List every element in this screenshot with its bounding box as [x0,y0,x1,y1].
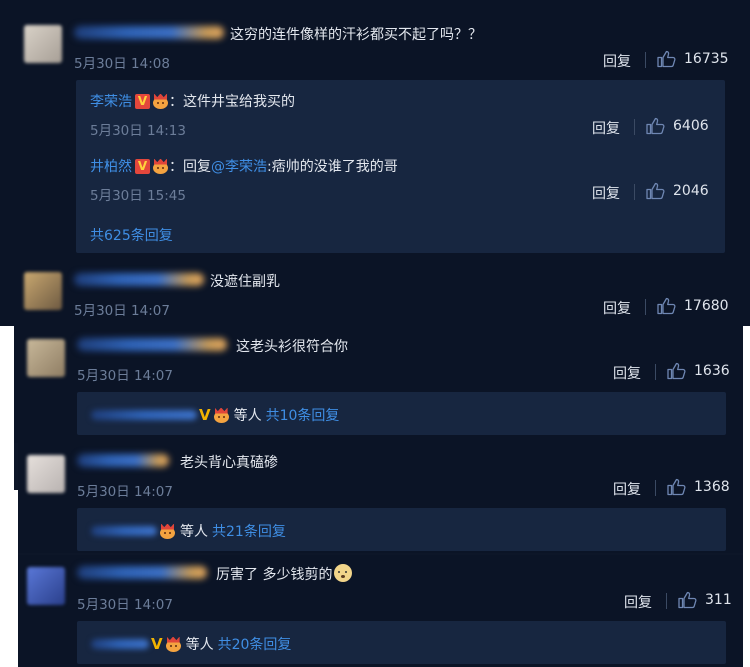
thumbs-up-icon [657,297,676,315]
like-count: 1636 [694,363,730,379]
like-button[interactable]: 16735 [657,50,729,68]
verified-v-icon: V [135,158,150,174]
reply-button[interactable]: 回复 [603,298,631,318]
comment-text-body: 厉害了 多少钱剪的 [216,567,333,583]
reply-summary: V 等人 共10条回复 [91,405,339,425]
divider [666,593,667,609]
like-count: 6406 [673,118,709,134]
thumbs-up-icon [667,478,686,496]
avatar[interactable] [27,455,65,493]
verified-v-icon: V [135,93,150,109]
comment-text: 这穷的连件像样的汗衫都买不起了吗？？ [230,27,482,43]
reply-username[interactable]: 李荣浩 [90,91,132,111]
like-count: 311 [705,592,732,608]
divider [655,480,656,496]
comment-text: 厉害了 多少钱剪的 [216,564,353,584]
avatar[interactable] [24,25,62,63]
avatar[interactable] [27,339,65,377]
reply-separator: ：回复 [169,159,211,175]
crown-avatar-icon [152,93,169,109]
divider [634,119,635,135]
avatar[interactable] [27,567,65,605]
blurred-username[interactable] [74,273,204,286]
blurred-username[interactable] [91,526,157,536]
thumbs-up-icon [657,50,676,68]
reply-mention[interactable]: @李荣浩 [211,156,267,176]
comment-text: 这老头衫很符合你 [236,339,348,355]
divider [645,299,646,315]
reply-button[interactable]: 回复 [624,592,652,612]
divider [634,184,635,200]
like-button[interactable]: 1368 [667,478,730,496]
comment-time: 5月30日 14:07 [77,368,173,384]
divider [655,364,656,380]
reply-time: 5月30日 14:13 [90,123,186,139]
crown-avatar-icon [165,636,182,652]
blurred-username[interactable] [77,566,207,579]
blurred-username[interactable] [77,454,169,467]
avatar[interactable] [24,272,62,310]
thumbs-up-icon [678,591,697,609]
comment-time: 5月30日 14:07 [77,597,173,613]
crown-avatar-icon [213,407,230,423]
comment-text: 老头背心真磕碜 [180,455,278,471]
screenshot-edge-bottom-left [0,490,18,667]
reply-text: 这件井宝给我买的 [183,94,295,110]
more-replies-link[interactable]: 共10条回复 [266,405,340,425]
verified-v-icon: V [199,405,211,424]
screenshot-edge-right [743,326,750,667]
crown-avatar-icon [159,523,176,539]
comment-time: 5月30日 14:07 [74,303,170,319]
reply-button[interactable]: 回复 [603,51,631,71]
reply-text: :痞帅的没谁了我的哥 [267,159,398,175]
reply-button[interactable]: 回复 [613,363,641,383]
summary-etc: 等人 [233,408,262,424]
reply-line: 井柏然 V ：回复 @李荣浩 :痞帅的没谁了我的哥 [90,156,398,176]
like-button[interactable]: 1636 [667,362,730,380]
divider [645,52,646,68]
like-button[interactable]: 2046 [646,182,709,200]
like-count: 16735 [684,51,729,67]
reply-line: 李荣浩 V ： 这件井宝给我买的 [90,91,295,111]
blurred-username[interactable] [77,338,227,351]
summary-etc: 等人 [180,524,208,540]
like-count: 1368 [694,479,730,495]
blurred-username[interactable] [91,639,149,649]
like-button[interactable]: 311 [678,591,732,609]
thumbs-up-icon [646,182,665,200]
comment-text: 没遮住副乳 [210,274,280,290]
blurred-username[interactable] [91,410,197,420]
like-count: 17680 [684,298,729,314]
reply-time: 5月30日 15:45 [90,188,186,204]
comment-time: 5月30日 14:08 [74,56,170,72]
reply-button[interactable]: 回复 [592,118,620,138]
reply-button[interactable]: 回复 [613,479,641,499]
thumbs-up-icon [646,117,665,135]
blurred-username[interactable] [74,26,224,39]
verified-v-icon: V [151,634,163,653]
like-button[interactable]: 6406 [646,117,709,135]
like-count: 2046 [673,183,709,199]
more-replies-link[interactable]: 共20条回复 [218,634,292,654]
reply-summary: 等人 共21条回复 [91,521,286,541]
summary-etc: 等人 [185,637,214,653]
more-replies-link[interactable]: 共21条回复 [212,521,286,541]
reply-separator: ： [169,94,183,110]
doge-emoji-icon [334,564,353,582]
reply-username[interactable]: 井柏然 [90,156,132,176]
like-button[interactable]: 17680 [657,297,729,315]
crown-avatar-icon [152,158,169,174]
comment-time: 5月30日 14:07 [77,484,173,500]
reply-button[interactable]: 回复 [592,183,620,203]
thumbs-up-icon [667,362,686,380]
more-replies-link[interactable]: 共625条回复 [90,225,173,245]
reply-summary: V 等人 共20条回复 [91,634,291,654]
